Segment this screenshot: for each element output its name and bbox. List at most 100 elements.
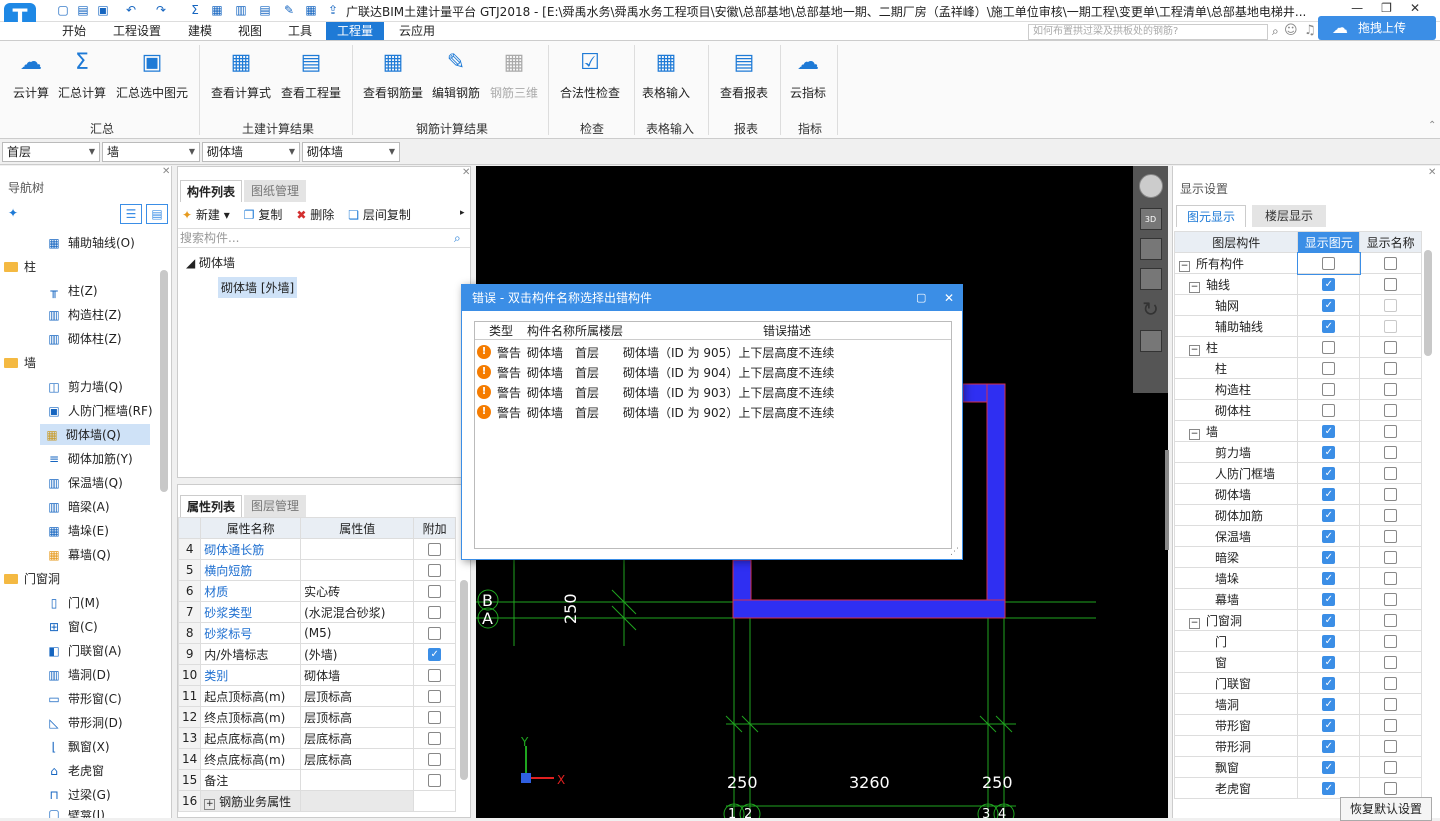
dialog-title-bar[interactable]: 错误 - 双击构件名称选择出错构件 ▢ ✕: [462, 285, 962, 311]
show-element-checkbox[interactable]: [1322, 404, 1336, 417]
rotate-icon[interactable]: ↻: [1140, 298, 1162, 320]
show-name-checkbox[interactable]: [1384, 656, 1398, 669]
attach-checkbox[interactable]: [428, 711, 442, 724]
show-element-checkbox[interactable]: ✓: [1322, 635, 1336, 648]
display-row[interactable]: − 门窗洞 ✓: [1173, 609, 1422, 631]
display-row[interactable]: 窗 ✓: [1173, 651, 1422, 673]
property-row[interactable]: 8 砂浆标号 (M5): [177, 622, 456, 644]
tree-root-masonry-wall[interactable]: ◢ 砌体墙: [186, 254, 235, 271]
display-row[interactable]: 老虎窗 ✓: [1173, 777, 1422, 799]
display-row[interactable]: 暗梁 ✓: [1173, 546, 1422, 568]
show-name-checkbox[interactable]: [1384, 383, 1398, 396]
prop-value[interactable]: 层顶标高: [300, 685, 415, 707]
close-icon[interactable]: ✕: [944, 285, 954, 311]
collapse-icon[interactable]: −: [1189, 617, 1200, 629]
show-element-checkbox[interactable]: ✓: [1322, 509, 1336, 522]
new-file-icon[interactable]: ▢: [56, 3, 70, 17]
save-icon[interactable]: ▣: [96, 3, 110, 17]
menu-project-settings[interactable]: 工程设置: [106, 22, 168, 40]
tab-element-display[interactable]: 图元显示: [1176, 205, 1246, 227]
show-element-checkbox[interactable]: ✓: [1322, 677, 1336, 690]
nav-dormer[interactable]: ⌂ 老虎窗: [46, 762, 104, 779]
error-row[interactable]: ! 警告 砌体墙 首层 砌体墙（ID 为 903）上下层高度不连续: [477, 382, 834, 402]
prop-value[interactable]: [300, 790, 415, 812]
rebar-3d-icon[interactable]: ▦: [304, 3, 318, 17]
rebar-3d-button[interactable]: ▦ 钢筋三维: [486, 48, 542, 101]
show-name-checkbox[interactable]: [1384, 488, 1398, 501]
nav-cat-openings[interactable]: 门窗洞: [4, 570, 60, 587]
nav-aux-axis[interactable]: ▦ 辅助轴线(O): [46, 234, 134, 251]
nav-strip-window[interactable]: ▭ 带形窗(C): [46, 690, 121, 707]
display-row[interactable]: 辅助轴线 ✓: [1173, 315, 1422, 337]
show-element-checkbox[interactable]: ✓: [1322, 551, 1336, 564]
property-row[interactable]: 7 砂浆类型 (水泥混合砂浆): [177, 601, 456, 623]
show-name-checkbox[interactable]: [1384, 635, 1398, 648]
nav-civil-defense-wall[interactable]: ▣ 人防门框墙(RF): [46, 402, 152, 419]
show-element-checkbox[interactable]: ✓: [1322, 446, 1336, 459]
show-element-checkbox[interactable]: ✓: [1322, 698, 1336, 711]
show-element-checkbox[interactable]: ✓: [1322, 320, 1336, 333]
cloud-index-button[interactable]: ☁ 云指标: [786, 48, 830, 101]
tab-layer-mgmt[interactable]: 图层管理: [244, 495, 306, 517]
prop-value[interactable]: (水泥混合砂浆): [300, 601, 415, 623]
display-row[interactable]: 带形窗 ✓: [1173, 714, 1422, 736]
property-row[interactable]: 12 终点顶标高(m) 层顶标高: [177, 706, 456, 728]
show-name-checkbox[interactable]: [1384, 740, 1398, 753]
tab-property-list[interactable]: 属性列表: [180, 495, 242, 517]
summary-calc-button[interactable]: Σ 汇总计算: [56, 48, 108, 101]
show-element-checkbox[interactable]: ✓: [1322, 425, 1336, 438]
drag-upload-button[interactable]: ☁ 拖拽上传: [1318, 16, 1436, 40]
prop-value[interactable]: 层底标高: [300, 748, 415, 770]
list-view-icon[interactable]: ☰: [120, 204, 142, 224]
expand-icon[interactable]: +: [204, 798, 216, 810]
prop-value[interactable]: [300, 559, 415, 581]
more-icon[interactable]: ▸: [460, 208, 465, 218]
nav-cat-wall[interactable]: 墙: [4, 354, 36, 371]
nav-scrollbar[interactable]: [160, 270, 168, 492]
open-file-icon[interactable]: ▤: [76, 3, 90, 17]
prop-value[interactable]: [300, 769, 415, 791]
display-row[interactable]: 轴网 ✓: [1173, 294, 1422, 316]
property-row[interactable]: 9 内/外墙标志 (外墙) ✓: [177, 643, 456, 665]
property-row[interactable]: 11 起点顶标高(m) 层顶标高: [177, 685, 456, 707]
show-name-checkbox[interactable]: [1384, 614, 1398, 627]
maximize-icon[interactable]: ▢: [916, 285, 926, 311]
bell-icon[interactable]: ♫: [1304, 23, 1316, 38]
property-row[interactable]: 14 终点底标高(m) 层底标高: [177, 748, 456, 770]
nav-insulation-wall[interactable]: ▥ 保温墙(Q): [46, 474, 122, 491]
show-name-checkbox[interactable]: [1384, 593, 1398, 606]
menu-view[interactable]: 视图: [230, 22, 270, 40]
view-report-button[interactable]: ▤ 查看报表: [716, 48, 772, 101]
show-name-checkbox[interactable]: [1384, 572, 1398, 585]
component-select[interactable]: 砌体墙 ▼: [302, 142, 400, 162]
show-name-checkbox[interactable]: [1384, 425, 1398, 438]
nav-curtain-wall[interactable]: ▦ 幕墙(Q): [46, 546, 110, 563]
nav-column[interactable]: ╥ 柱(Z): [46, 282, 97, 299]
nav-wall-hole[interactable]: ▥ 墙洞(D): [46, 666, 110, 683]
tab-drawing-mgmt[interactable]: 图纸管理: [244, 180, 306, 202]
attach-checkbox[interactable]: [428, 627, 442, 640]
show-element-checkbox[interactable]: ✓: [1322, 593, 1336, 606]
globe-icon[interactable]: [1138, 174, 1163, 198]
edit-rebar-icon[interactable]: ✎: [282, 3, 296, 17]
calc-formula-icon[interactable]: ▦: [210, 3, 224, 17]
display-row[interactable]: 保温墙 ✓: [1173, 525, 1422, 547]
show-element-checkbox[interactable]: [1322, 383, 1336, 396]
show-name-checkbox[interactable]: [1384, 677, 1398, 690]
nav-masonry-column[interactable]: ▥ 砌体柱(Z): [46, 330, 121, 347]
show-name-checkbox[interactable]: [1384, 320, 1398, 333]
display-row[interactable]: 飘窗 ✓: [1173, 756, 1422, 778]
export-icon[interactable]: ⇪: [326, 3, 340, 17]
floor-copy-button[interactable]: ❏ 层间复制: [348, 206, 411, 223]
col-show-element[interactable]: 显示图元: [1297, 231, 1361, 253]
search-icon[interactable]: ⌕: [1272, 24, 1279, 39]
nav-bay-window[interactable]: ⌊ 飘窗(X): [46, 738, 110, 755]
close-icon[interactable]: ✕: [162, 166, 170, 177]
show-element-checkbox[interactable]: ✓: [1322, 761, 1336, 774]
tree-item-outer-wall[interactable]: 砌体墙 [外墙]: [218, 277, 298, 298]
cube-icon[interactable]: [1139, 238, 1162, 260]
show-element-checkbox[interactable]: [1322, 362, 1336, 375]
nav-masonry-rebar[interactable]: ≡ 砌体加筋(Y): [46, 450, 133, 467]
property-row[interactable]: 16 + 钢筋业务属性: [177, 790, 456, 812]
attach-checkbox[interactable]: [428, 585, 442, 598]
